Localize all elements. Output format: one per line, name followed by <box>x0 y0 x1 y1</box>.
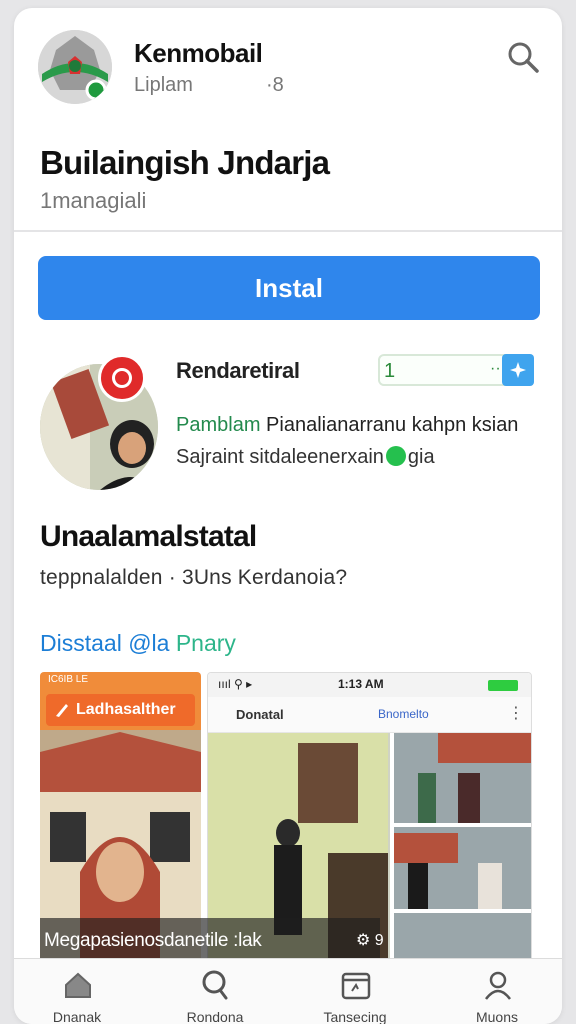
screenshot-2-tab-1: Donatal <box>236 707 284 722</box>
screenshot-2-tab-2: Bnomelto <box>378 707 429 721</box>
search-button[interactable] <box>504 38 542 76</box>
screenshot-1-label: Ladhasalther <box>76 701 176 718</box>
nav-item-profile[interactable]: Muons <box>442 959 552 1024</box>
profile-meta-start: Sajraint sitdaleenerxain <box>176 446 384 468</box>
nav-item-calendar[interactable]: Tansecing <box>300 959 410 1024</box>
section-subtitle: teppnalalden · 3Uns Kerdanoia? <box>40 566 348 589</box>
gallery-caption: Megapasienosdanetile :lak <box>44 930 262 951</box>
sparkle-icon <box>510 362 526 378</box>
profile-highlight[interactable]: Pamblam <box>176 414 260 436</box>
stat-value: 1 <box>384 360 396 382</box>
app-count: ·8 <box>266 74 284 96</box>
profile-meta: Sajraint sitdaleenerxain gia <box>176 446 435 469</box>
app-logo <box>38 30 112 104</box>
profile-name[interactable]: Rendaretiral <box>176 358 300 384</box>
page-subtitle: 1managiali <box>40 188 147 213</box>
screenshot-2-time: 1:13 AM <box>338 677 384 691</box>
nav-label-home: Dnanak <box>52 1009 102 1024</box>
search-icon <box>202 970 228 1000</box>
section-link-primary[interactable]: Disstaal @la <box>40 630 169 656</box>
app-header: Kenmobail Liplam ·8 Builaingish Jndarja … <box>14 8 562 232</box>
nav-label-search: Rondona <box>186 1009 244 1024</box>
screenshot-1-logo-icon <box>56 704 68 717</box>
home-icon <box>65 972 91 998</box>
profile-description-rest: Pianalianarranu kahpn ksian <box>260 414 519 436</box>
screenshot-gallery[interactable]: IC6IB LE Ladhasalther ıııl ⚲ ▸ 1:13 AM D… <box>40 672 532 968</box>
caption-icon: ⚙ 9 <box>356 932 384 949</box>
stat-action-button[interactable] <box>502 354 534 386</box>
screenshot-2-status-icons: ıııl ⚲ ▸ <box>218 677 253 691</box>
nav-item-search[interactable]: Rondona <box>160 959 270 1024</box>
record-icon[interactable] <box>98 354 146 402</box>
more-icon: ⋮ <box>508 705 524 722</box>
profile-meta-end: gia <box>407 446 435 468</box>
section-link[interactable]: Disstaal @la Pnary <box>40 630 236 657</box>
search-icon <box>508 42 539 73</box>
nav-item-home[interactable]: Dnanak <box>22 959 132 1024</box>
profile-description: Pamblam Pianalianarranu kahpn ksian <box>176 414 518 437</box>
battery-icon <box>488 680 518 691</box>
bottom-nav: Dnanak Rondona Tansecing Muons <box>14 958 562 1024</box>
page-title: Builaingish Jndarja <box>40 144 330 181</box>
nav-label-calendar: Tansecing <box>323 1009 387 1024</box>
app-detail-card: Kenmobail Liplam ·8 Builaingish Jndarja … <box>14 8 562 1024</box>
section-link-secondary[interactable]: Pnary <box>176 630 236 656</box>
app-subtitle: Liplam <box>134 74 193 96</box>
app-title: Kenmobail <box>134 38 263 68</box>
verified-icon <box>385 446 406 466</box>
stat-dots: ·· <box>490 360 501 377</box>
profile-icon <box>485 971 511 1000</box>
screenshot-1-status: IC6IB LE <box>48 674 89 685</box>
install-button[interactable]: Instal <box>38 256 540 320</box>
nav-label-profile: Muons <box>475 1009 519 1024</box>
section-title: Unaalamalstatal <box>40 520 257 553</box>
calendar-icon <box>341 972 371 1000</box>
